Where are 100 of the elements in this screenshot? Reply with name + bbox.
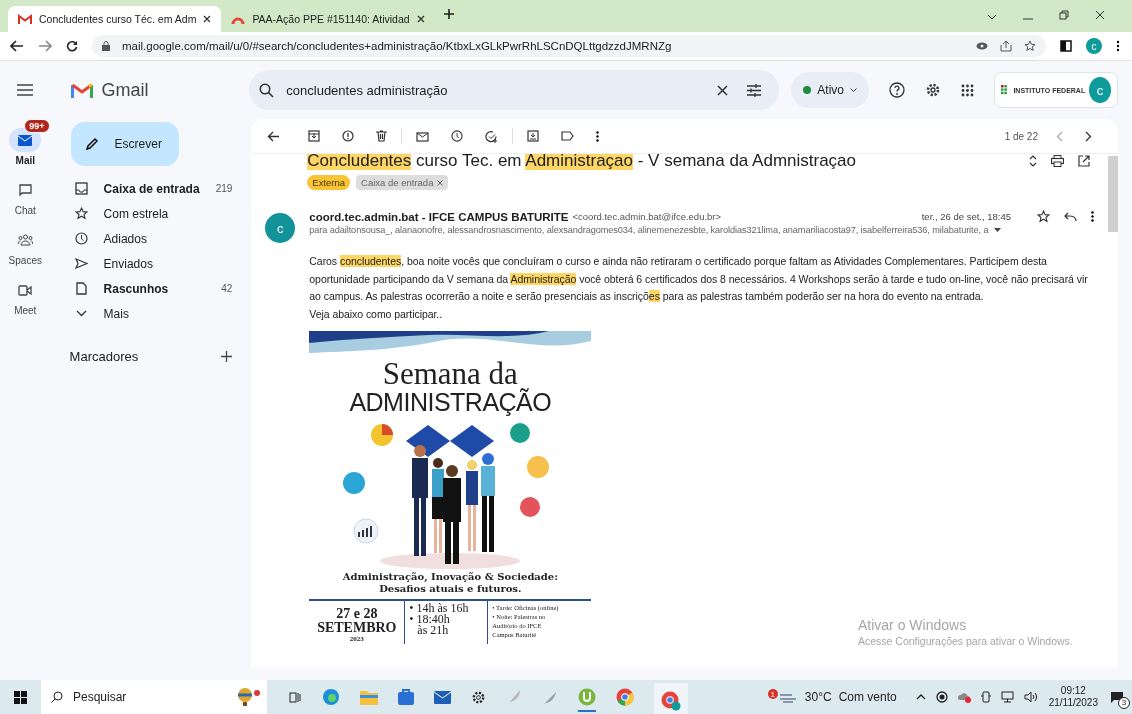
poster-time: às 21h [416,625,450,636]
dropdown-icon[interactable] [994,228,1002,232]
taskbar-search[interactable]: Pesquisar [41,680,267,714]
folder-item[interactable]: Enviados [67,251,250,276]
open-new-window-icon[interactable] [1078,155,1090,167]
sender-name: coord.tec.admin.bat - IFCE CAMPUS BATURITE [309,210,569,223]
chevron-down-icon[interactable] [987,14,997,20]
chevron-up-icon[interactable] [915,694,926,700]
folder-item[interactable]: Caixa de entrada 219 [67,176,250,201]
help-icon[interactable] [889,82,905,98]
scrollbar[interactable] [1108,156,1118,232]
pencil-icon [84,137,99,151]
tab-title: Concludentes curso Téc. em Adm [39,13,197,25]
side-panel-icon[interactable] [1060,40,1072,52]
wind-icon [779,691,798,703]
email-subject: Concludentes curso Tec. em Administraçao - V semana da Admnistraçao [307,154,857,171]
org-logo-icon [1001,84,1010,96]
browser-tab[interactable]: PAA-Ação PPE #151140: Atividad [221,6,435,32]
volume-icon[interactable] [1023,691,1038,703]
poster-date: SETEMBRO [317,621,397,635]
move-to-icon[interactable] [527,130,540,142]
cloud-error-icon[interactable] [957,691,971,703]
chrome-profile-icon[interactable] [654,683,688,714]
device-icon[interactable] [980,691,991,703]
archive-icon[interactable] [308,130,321,142]
more-vertical-icon[interactable] [596,130,600,142]
clear-icon[interactable] [717,84,729,96]
windows-start-icon[interactable] [14,690,27,704]
activation-text: Acesse Configurações para ativar o Windows. [858,635,1073,647]
email-date: ter., 26 de set., 18:45 [921,211,1011,222]
url-text: mail.google.com/mail/u/0/#search/concludentes+administração/KtbxLxGLkPwrRhLSCnDQLttgdzzdJMRNZg [122,40,672,52]
taskbar-clock[interactable]: 09:12 21/11/2023 [1048,685,1098,709]
trash-icon[interactable] [376,130,388,142]
mail-icon[interactable] [434,690,451,704]
settings-icon[interactable] [925,82,941,98]
store-icon[interactable] [398,689,414,705]
more-vertical-icon[interactable] [1091,211,1094,222]
forward-icon[interactable] [38,40,52,52]
apps-grid-icon[interactable] [961,83,974,97]
people-icon [17,234,33,246]
gmail-icon [18,13,32,25]
chevron-down-icon [850,87,857,93]
task-view-icon[interactable] [289,690,302,704]
compose-button[interactable]: Escrever [70,122,179,166]
search-field[interactable]: concludentes administração [249,70,780,110]
weather-widget[interactable]: 30°C Com vento [779,690,897,704]
folder-item[interactable]: Adiados [67,226,250,251]
print-icon[interactable] [1051,155,1064,167]
star-icon[interactable] [1037,210,1050,223]
browser-tab[interactable]: Concludentes curso Téc. em Adm [8,6,222,32]
poster-title: Semana da [382,359,518,389]
search-input[interactable]: concludentes administração [284,81,705,99]
activation-title: Ativar o Windows [858,617,968,633]
filter-sliders-icon[interactable] [747,83,762,97]
folder-item[interactable]: Rascunhos 42 [67,276,250,301]
add-task-icon[interactable] [485,129,499,143]
edge-icon[interactable] [322,688,340,706]
reload-icon[interactable] [66,40,78,52]
chevron-down-icon [74,310,88,317]
expand-collapse-icon[interactable] [1029,155,1037,167]
close-icon[interactable] [1095,10,1105,20]
address-bar[interactable]: mail.google.com/mail/u/0/#search/concludentes+administração/KtbxLxGLkPwrRhLSCnDQLttgdzzdJMRNZg [92,35,1046,57]
restore-icon[interactable] [1059,10,1069,20]
network-icon[interactable] [1000,691,1014,703]
new-tab-icon[interactable] [442,8,455,20]
folder-icon[interactable] [360,689,378,705]
back-icon[interactable] [10,40,24,52]
rail-button[interactable] [9,128,42,152]
star-icon[interactable] [1024,40,1036,52]
record-icon[interactable] [935,691,948,703]
back-arrow-icon[interactable] [267,130,281,142]
plus-icon[interactable] [221,351,233,362]
torrent-app-icon[interactable] [578,688,596,712]
settings-icon[interactable] [471,689,486,705]
spam-icon[interactable] [342,130,355,142]
reply-icon[interactable] [1064,211,1077,222]
envelope-icon[interactable] [416,130,430,142]
status-button[interactable]: Ativo [791,72,869,108]
folder-item[interactable]: Mais [67,301,250,326]
rail-label: Meet [14,305,37,316]
status-dot-icon [803,86,812,94]
rail-label: Mail [15,155,35,166]
chrome-icon[interactable] [616,688,634,706]
tab-title: PAA-Ação PPE #151140: Atividad [252,13,410,25]
remove-icon[interactable] [437,179,444,186]
label-icon[interactable] [561,131,575,141]
eye-icon[interactable] [976,41,988,51]
clock-icon[interactable] [451,130,464,142]
share-icon[interactable] [1000,40,1012,52]
notification-icon[interactable] [1110,690,1124,704]
close-icon[interactable] [416,15,425,23]
poster-time: • 18:40h [409,614,451,625]
clock-icon [74,232,88,245]
close-icon[interactable] [203,15,212,23]
next-icon[interactable] [1085,130,1092,142]
menu-icon[interactable] [1116,40,1120,52]
star-icon [74,207,88,220]
folder-item[interactable]: Com estrela [67,201,250,226]
search-icon [51,691,63,703]
alert-badge: 1 [767,689,778,699]
